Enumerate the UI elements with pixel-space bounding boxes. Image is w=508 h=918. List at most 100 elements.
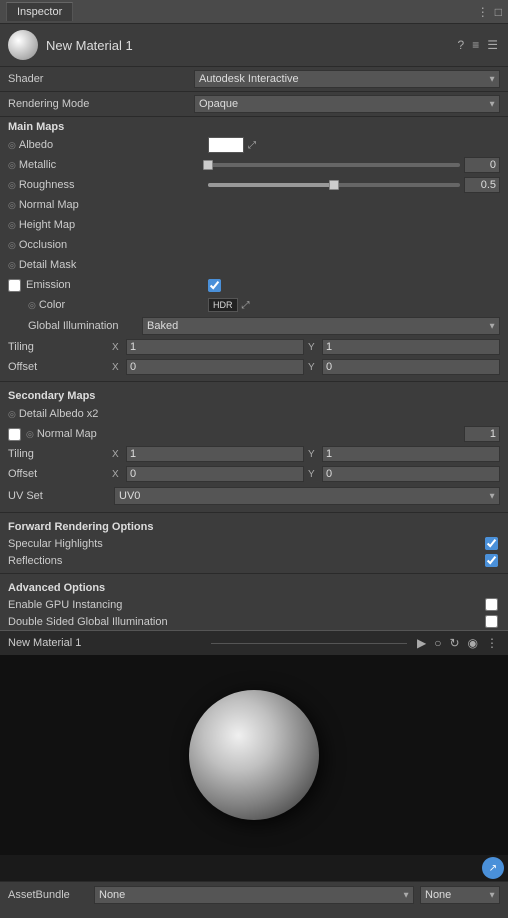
preview-info-button[interactable]: ↗: [482, 857, 504, 879]
specular-highlights-checkbox[interactable]: [485, 537, 498, 550]
emission-checkbox[interactable]: [8, 279, 21, 292]
offset-xy: X Y: [112, 359, 500, 375]
secondary-tiling-row: Tiling X Y: [0, 444, 508, 464]
rendering-mode-dropdown[interactable]: Opaque: [194, 95, 500, 113]
metallic-control: [208, 157, 500, 173]
preview-more-icon[interactable]: ⋮: [484, 635, 500, 651]
roughness-row: ◎ Roughness: [0, 175, 508, 195]
roughness-slider-track: [208, 183, 460, 187]
preview-bottom-bar: ↗: [0, 855, 508, 881]
preview-header: New Material 1 ▶ ○ ↻ ◉ ⋮: [0, 630, 508, 655]
inspector-tab-label: Inspector: [17, 6, 62, 18]
secondary-tiling-y-label: Y: [308, 449, 320, 460]
secondary-offset-xy: X Y: [112, 466, 500, 482]
reflections-checkbox[interactable]: [485, 554, 498, 567]
shader-dropdown-wrapper: Autodesk Interactive ▼: [194, 70, 500, 88]
tiling-y-field: Y: [308, 339, 500, 355]
detail-mask-eye-icon: ◎: [8, 260, 16, 271]
main-maps-header: Main Maps: [0, 117, 508, 135]
shader-label: Shader: [8, 73, 188, 85]
albedo-color-swatch[interactable]: [208, 137, 244, 153]
tiling-x-input[interactable]: [126, 339, 304, 355]
detail-mask-row: ◎ Detail Mask: [0, 255, 508, 275]
divider-3: [0, 573, 508, 574]
rendering-mode-label: Rendering Mode: [8, 98, 188, 110]
roughness-control: [208, 177, 500, 193]
material-name: New Material 1: [46, 38, 448, 53]
secondary-normal-map-value-input[interactable]: [464, 426, 500, 442]
roughness-value-input[interactable]: [464, 177, 500, 193]
title-bar: Inspector ⋮ □: [0, 0, 508, 24]
help-icon[interactable]: ?: [456, 37, 467, 53]
settings-icon[interactable]: ≡: [470, 37, 481, 53]
material-preview-icon: [8, 30, 38, 60]
preview-view-icon[interactable]: ◉: [466, 635, 480, 651]
menu-icon[interactable]: ☰: [485, 37, 500, 53]
tiling-row: Tiling X Y: [0, 337, 508, 357]
secondary-normal-map-label: ◎ Normal Map: [8, 428, 208, 441]
emission-expand-icon[interactable]: ⤢: [242, 300, 250, 311]
secondary-tiling-y-input[interactable]: [322, 446, 500, 462]
gpu-instancing-checkbox[interactable]: [485, 598, 498, 611]
tiling-x-field: X: [112, 339, 304, 355]
preview-circle-icon[interactable]: ○: [432, 635, 443, 651]
secondary-normal-map-eye-icon: ◎: [26, 429, 34, 440]
secondary-tiling-label: Tiling: [8, 448, 108, 460]
tiling-y-input[interactable]: [322, 339, 500, 355]
assetbundle-dropdown-2[interactable]: None: [420, 886, 500, 904]
emission-color-eye-icon: ◎: [28, 300, 36, 311]
preview-refresh-icon[interactable]: ↻: [447, 635, 461, 651]
metallic-value-input[interactable]: [464, 157, 500, 173]
lock-icon[interactable]: ⋮: [477, 5, 489, 19]
uv-set-label: UV Set: [8, 490, 108, 502]
albedo-expand-icon[interactable]: ⤢: [248, 140, 256, 151]
height-map-row: ◎ Height Map: [0, 215, 508, 235]
double-sided-gi-row: Double Sided Global Illumination: [0, 613, 508, 630]
gi-label: Global Illumination: [8, 320, 138, 332]
offset-row: Offset X Y: [0, 357, 508, 377]
material-header: New Material 1 ? ≡ ☰: [0, 24, 508, 67]
metallic-row: ◎ Metallic: [0, 155, 508, 175]
window-icon[interactable]: □: [495, 5, 502, 19]
offset-y-input[interactable]: [322, 359, 500, 375]
metallic-slider-container: [208, 163, 460, 167]
albedo-row: ◎ Albedo ⤢: [0, 135, 508, 155]
metallic-slider-thumb[interactable]: [203, 160, 213, 170]
secondary-normal-map-control: [208, 426, 500, 442]
assetbundle-dropdown-1-wrapper: None ▼: [94, 886, 414, 904]
specular-highlights-label: Specular Highlights: [8, 538, 479, 550]
inspector-body: New Material 1 ? ≡ ☰ Shader Autodesk Int…: [0, 24, 508, 630]
roughness-label: ◎ Roughness: [8, 179, 208, 191]
secondary-offset-label: Offset: [8, 468, 108, 480]
secondary-offset-y-field: Y: [308, 466, 500, 482]
secondary-normal-map-checkbox[interactable]: [8, 428, 21, 441]
preview-section: New Material 1 ▶ ○ ↻ ◉ ⋮ ↗: [0, 630, 508, 881]
gpu-instancing-row: Enable GPU Instancing: [0, 596, 508, 613]
metallic-eye-icon: ◎: [8, 160, 16, 171]
double-sided-gi-checkbox[interactable]: [485, 615, 498, 628]
preview-play-icon[interactable]: ▶: [415, 635, 428, 651]
secondary-tiling-x-input[interactable]: [126, 446, 304, 462]
uv-set-dropdown[interactable]: UV0: [114, 487, 500, 505]
normal-map-eye-icon: ◎: [8, 200, 16, 211]
secondary-offset-x-input[interactable]: [126, 466, 304, 482]
secondary-normal-map-row: ◎ Normal Map: [0, 424, 508, 444]
offset-x-input[interactable]: [126, 359, 304, 375]
secondary-offset-y-input[interactable]: [322, 466, 500, 482]
secondary-offset-row: Offset X Y: [0, 464, 508, 484]
roughness-slider-thumb[interactable]: [329, 180, 339, 190]
assetbundle-dropdown-1[interactable]: None: [94, 886, 414, 904]
gi-dropdown[interactable]: Baked: [142, 317, 500, 335]
detail-albedo-row: ◎ Detail Albedo x2: [0, 404, 508, 424]
detail-albedo-label: ◎ Detail Albedo x2: [8, 408, 208, 420]
assetbundle-label: AssetBundle: [8, 889, 88, 901]
double-sided-gi-label: Double Sided Global Illumination: [8, 616, 479, 628]
occlusion-label: ◎ Occlusion: [8, 239, 208, 251]
specular-highlights-row: Specular Highlights: [0, 535, 508, 552]
emission-enabled-checkbox[interactable]: [208, 279, 221, 292]
inspector-tab[interactable]: Inspector: [6, 2, 73, 21]
offset-label: Offset: [8, 361, 108, 373]
shader-dropdown[interactable]: Autodesk Interactive: [194, 70, 500, 88]
secondary-maps-header: Secondary Maps: [0, 386, 508, 404]
offset-x-field: X: [112, 359, 304, 375]
